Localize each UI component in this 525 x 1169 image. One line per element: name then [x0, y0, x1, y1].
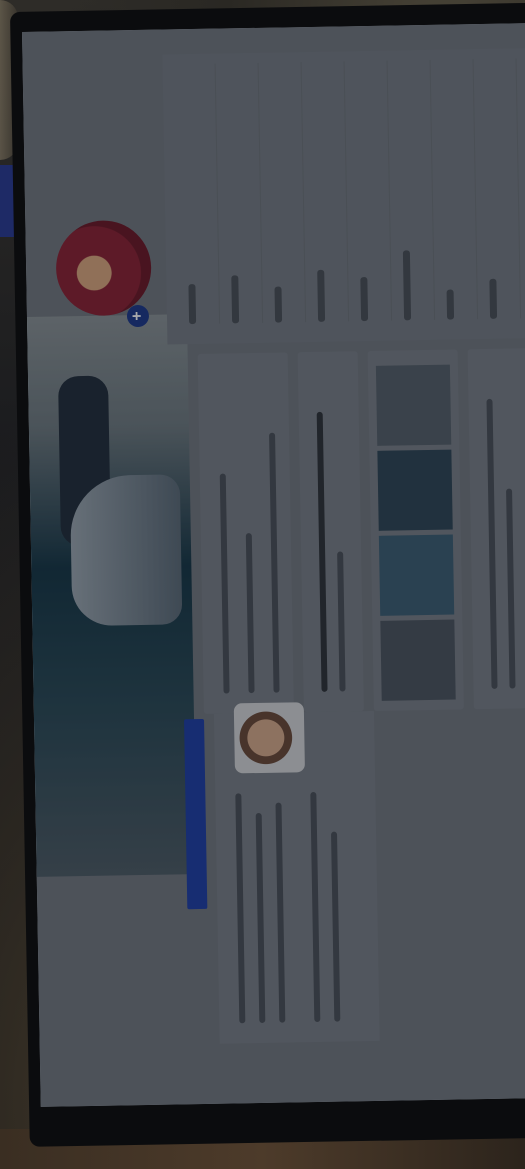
- feed-column: [197, 348, 525, 714]
- cover-person: [69, 474, 183, 627]
- profile-page: +: [22, 22, 525, 1107]
- sidebar-item[interactable]: [442, 59, 479, 320]
- photo-grid: [367, 349, 464, 711]
- sidebar-item[interactable]: [485, 58, 522, 319]
- instagram-share-card[interactable]: [297, 351, 364, 713]
- photo-thumbnail: [375, 364, 452, 446]
- news-card[interactable]: [467, 348, 525, 710]
- post-composer[interactable]: [197, 352, 294, 714]
- cover-photo: [26, 314, 197, 877]
- our-story-card: [213, 702, 380, 1044]
- story-portrait: [233, 702, 305, 774]
- photo-thumbnail: [380, 619, 456, 701]
- sidebar-nav: [173, 57, 525, 325]
- send-message-button[interactable]: [184, 718, 208, 910]
- sidebar-item[interactable]: [270, 62, 307, 323]
- photo-thumbnail: [378, 534, 455, 616]
- sidebar-item[interactable]: [356, 60, 393, 322]
- sidebar-item[interactable]: [184, 63, 221, 325]
- sidebar-item[interactable]: [227, 62, 264, 324]
- photo-thumbnail: [377, 449, 453, 531]
- sidebar-item[interactable]: [399, 59, 436, 321]
- sidebar-item[interactable]: [313, 61, 350, 322]
- profile-avatar[interactable]: [55, 219, 152, 317]
- monitor-screen: +: [22, 22, 525, 1107]
